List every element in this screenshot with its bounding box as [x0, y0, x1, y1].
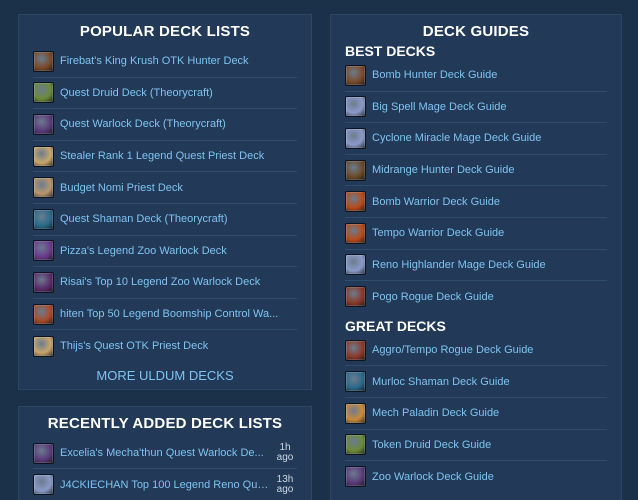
deck-link[interactable]: Aggro/Tempo Rogue Deck Guide	[372, 344, 607, 356]
popular-deck-list: Firebat's King Krush OTK Hunter Deck Ques…	[33, 46, 297, 362]
warrior-class-icon	[345, 191, 366, 213]
deck-list-row[interactable]: Big Spell Mage Deck Guide	[345, 92, 607, 124]
deck-list-row[interactable]: Bomb Hunter Deck Guide	[345, 60, 607, 92]
shaman-class-icon	[33, 208, 54, 230]
hunter-class-icon	[33, 50, 54, 72]
priest-class-icon	[33, 177, 54, 199]
deck-list-row[interactable]: Mech Paladin Deck Guide	[345, 398, 607, 430]
deck-list-row[interactable]: hiten Top 50 Legend Boomship Control Wa.…	[33, 299, 297, 331]
time-ago-value: 13h	[276, 473, 294, 485]
mage-class-icon	[33, 474, 54, 495]
deck-guides-title: DECK GUIDES	[422, 23, 530, 40]
deck-list-row[interactable]: Quest Shaman Deck (Theorycraft)	[33, 204, 297, 236]
time-ago-unit: ago	[276, 483, 294, 495]
warrior-class-icon	[33, 303, 54, 325]
mage-class-icon	[345, 96, 366, 118]
deck-list-row[interactable]: Reno Highlander Mage Deck Guide	[345, 250, 607, 282]
deck-link[interactable]: Midrange Hunter Deck Guide	[372, 164, 607, 176]
deck-link[interactable]: Cyclone Miracle Mage Deck Guide	[372, 132, 607, 144]
deck-list-row[interactable]: Bomb Warrior Deck Guide	[345, 186, 607, 218]
deck-link[interactable]: Firebat's King Krush OTK Hunter Deck	[60, 55, 297, 67]
deck-link[interactable]: Budget Nomi Priest Deck	[60, 182, 297, 194]
deck-link[interactable]: Thijs's Quest OTK Priest Deck	[60, 340, 297, 352]
deck-list-row[interactable]: Excelia's Mecha'thun Quest Warlock De...…	[33, 438, 297, 469]
warlock-class-icon	[33, 442, 54, 464]
deck-link[interactable]: Pizza's Legend Zoo Warlock Deck	[60, 245, 297, 257]
deck-guides-panel: DECK GUIDES BEST DECKS Bomb Hunter Deck …	[330, 14, 622, 500]
rogue-class-icon	[345, 339, 366, 361]
deck-link[interactable]: Murloc Shaman Deck Guide	[372, 376, 607, 388]
deck-link[interactable]: Big Spell Mage Deck Guide	[372, 101, 607, 113]
deck-list-row[interactable]: Tempo Warrior Deck Guide	[345, 218, 607, 250]
priest-class-icon	[33, 145, 54, 167]
shaman-class-icon	[345, 371, 366, 393]
deck-link[interactable]: Reno Highlander Mage Deck Guide	[372, 259, 607, 271]
deck-link[interactable]: hiten Top 50 Legend Boomship Control Wa.…	[60, 308, 297, 320]
rogue-class-icon	[345, 286, 366, 308]
page-scrollbar[interactable]	[630, 0, 638, 500]
deck-link[interactable]: Token Druid Deck Guide	[372, 439, 607, 451]
mage-class-icon	[345, 254, 366, 276]
deck-link[interactable]: Risai's Top 10 Legend Zoo Warlock Deck	[60, 276, 297, 288]
best-decks-heading: BEST DECKS	[345, 43, 436, 59]
time-ago: 1h ago	[273, 443, 297, 463]
deck-link[interactable]: Tempo Warrior Deck Guide	[372, 227, 607, 239]
great-decks-list: Aggro/Tempo Rogue Deck Guide Murloc Shama…	[345, 335, 607, 493]
deck-list-row[interactable]: J4CKIECHAN Top 100 Legend Reno Que... 13h…	[33, 469, 297, 500]
deck-list-row[interactable]: Budget Nomi Priest Deck	[33, 172, 297, 204]
hunter-class-icon	[345, 159, 366, 181]
great-decks-heading: GREAT DECKS	[345, 317, 446, 334]
more-uldum-decks-link[interactable]: MORE ULDUM DECKS	[33, 368, 297, 383]
deck-link[interactable]: Zoo Warlock Deck Guide	[372, 471, 607, 483]
deck-link[interactable]: Stealer Rank 1 Legend Quest Priest Deck	[60, 150, 297, 162]
deck-link[interactable]: Quest Druid Deck (Theorycraft)	[60, 87, 297, 99]
deck-link[interactable]: Quest Warlock Deck (Theorycraft)	[60, 118, 297, 130]
time-ago-unit: ago	[276, 452, 294, 463]
deck-list-row[interactable]: Quest Warlock Deck (Theorycraft)	[33, 109, 297, 141]
deck-list-row[interactable]: Thijs's Quest OTK Priest Deck	[33, 330, 297, 362]
warrior-class-icon	[345, 222, 366, 244]
popular-deck-lists-title: POPULAR DECK LISTS	[79, 23, 251, 40]
popular-deck-lists-panel: POPULAR DECK LISTS Firebat's King Krush …	[18, 14, 312, 390]
recently-added-title: RECENTLY ADDED DECK LISTS	[47, 415, 283, 432]
hunter-class-icon	[345, 64, 366, 86]
deck-list-row[interactable]: Murloc Shaman Deck Guide	[345, 366, 607, 398]
recently-added-panel: RECENTLY ADDED DECK LISTS Excelia's Mech…	[18, 406, 312, 500]
deck-list-row[interactable]: Aggro/Tempo Rogue Deck Guide	[345, 335, 607, 367]
deck-list-row[interactable]: Risai's Top 10 Legend Zoo Warlock Deck	[33, 267, 297, 299]
deck-list-row[interactable]: Quest Druid Deck (Theorycraft)	[33, 78, 297, 110]
time-ago: 13h ago	[273, 473, 297, 495]
deck-list-row[interactable]: Midrange Hunter Deck Guide	[345, 155, 607, 187]
deck-list-row[interactable]: Firebat's King Krush OTK Hunter Deck	[33, 46, 297, 78]
warlock-class-icon	[345, 466, 366, 488]
mage-class-icon	[345, 127, 366, 149]
druid-class-icon	[345, 434, 366, 456]
deck-link[interactable]: Bomb Warrior Deck Guide	[372, 196, 607, 208]
deck-link[interactable]: Quest Shaman Deck (Theorycraft)	[60, 213, 297, 225]
paladin-class-icon	[345, 402, 366, 424]
deck-link[interactable]: Mech Paladin Deck Guide	[372, 407, 607, 419]
deck-link[interactable]: Pogo Rogue Deck Guide	[372, 291, 607, 303]
warlock-class-icon	[33, 113, 54, 135]
druid-class-icon	[33, 82, 54, 104]
priest-class-icon	[33, 335, 54, 357]
deck-link[interactable]: Bomb Hunter Deck Guide	[372, 69, 607, 81]
deck-list-row[interactable]: Stealer Rank 1 Legend Quest Priest Deck	[33, 141, 297, 173]
deck-list-row[interactable]: Pizza's Legend Zoo Warlock Deck	[33, 236, 297, 268]
best-decks-list: Bomb Hunter Deck Guide Big Spell Mage Dec…	[345, 60, 607, 313]
deck-link[interactable]: J4CKIECHAN Top 100 Legend Reno Que...	[60, 479, 269, 491]
deck-link[interactable]: Excelia's Mecha'thun Quest Warlock De...	[60, 447, 269, 459]
deck-list-row[interactable]: Cyclone Miracle Mage Deck Guide	[345, 123, 607, 155]
warlock-class-icon	[33, 240, 54, 262]
deck-list-row[interactable]: Pogo Rogue Deck Guide	[345, 281, 607, 313]
recent-deck-list: Excelia's Mecha'thun Quest Warlock De...…	[33, 438, 297, 500]
deck-list-row[interactable]: Zoo Warlock Deck Guide	[345, 461, 607, 493]
warlock-class-icon	[33, 271, 54, 293]
deck-list-row[interactable]: Token Druid Deck Guide	[345, 430, 607, 462]
